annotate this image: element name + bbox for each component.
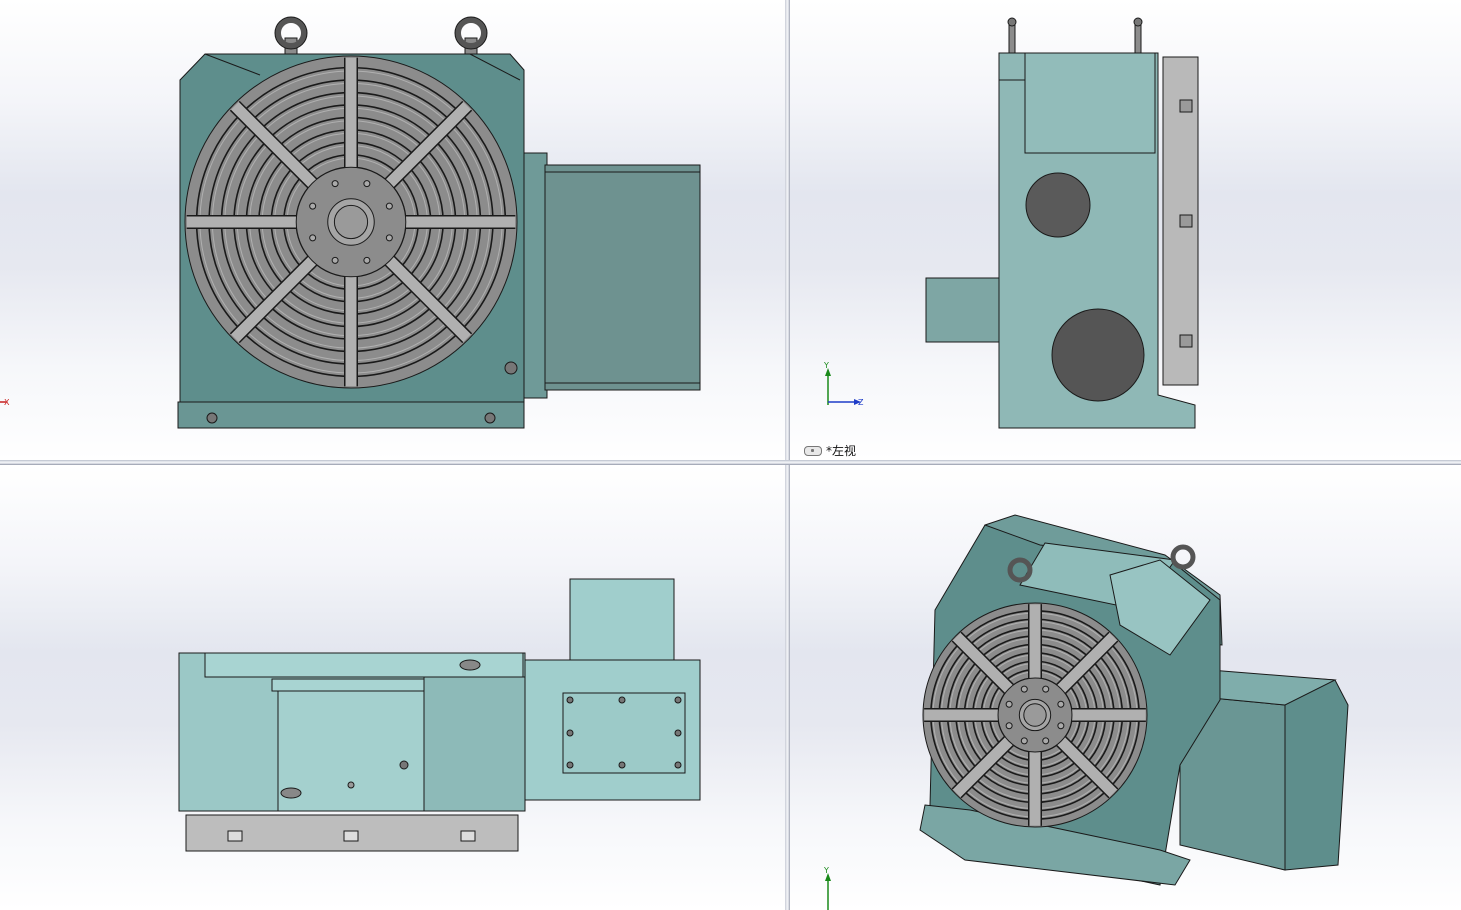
view-name-text: *左视 bbox=[826, 444, 857, 458]
svg-text:Y: Y bbox=[823, 866, 829, 875]
viewport-front[interactable]: X bbox=[0, 0, 785, 460]
viewport-splitter-horizontal[interactable] bbox=[0, 460, 1461, 465]
svg-text:Y: Y bbox=[823, 361, 829, 370]
iso-rotary-table bbox=[922, 602, 1148, 828]
base-plate bbox=[177, 401, 525, 429]
axis-triad-left: Y Z bbox=[823, 361, 864, 407]
side-cover-lower bbox=[1051, 308, 1145, 402]
viewport-left[interactable]: Y Z *左视 bbox=[790, 0, 1461, 460]
view-name-label: *左视 bbox=[804, 442, 856, 459]
lifting-bolt-right bbox=[1133, 17, 1143, 55]
viewport-top[interactable] bbox=[0, 465, 785, 910]
top-motor-stub bbox=[569, 578, 675, 662]
rotary-table bbox=[184, 55, 518, 389]
side-motor-stub bbox=[925, 277, 1001, 343]
axis-triad-front: X bbox=[0, 398, 10, 407]
lifting-bolt-left bbox=[1007, 17, 1017, 55]
link-icon bbox=[804, 445, 822, 456]
front-view-drawing bbox=[177, 16, 701, 429]
svg-text:Z: Z bbox=[858, 398, 864, 407]
isometric-drawing bbox=[919, 514, 1349, 886]
iso-lifting-eye-right bbox=[1170, 544, 1196, 570]
motor-housing bbox=[521, 152, 701, 399]
viewport-splitter-vertical[interactable] bbox=[785, 0, 790, 910]
top-view-drawing bbox=[178, 578, 701, 852]
lifting-eye-left bbox=[274, 16, 308, 55]
axis-triad-iso: Y bbox=[823, 866, 831, 910]
lifting-eye-right bbox=[454, 16, 488, 55]
svg-text:X: X bbox=[4, 398, 10, 407]
left-view-drawing bbox=[925, 17, 1199, 429]
side-cover-upper bbox=[1025, 172, 1091, 238]
cad-workspace: X Y Z *左视 Y bbox=[0, 0, 1461, 910]
viewport-isometric[interactable]: Y bbox=[790, 465, 1461, 910]
